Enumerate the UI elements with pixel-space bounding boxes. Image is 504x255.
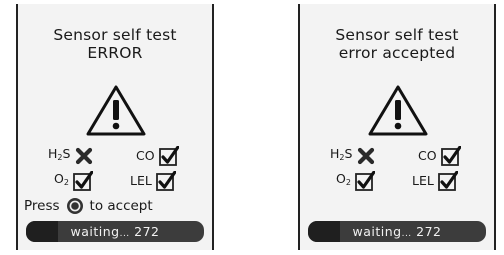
title-line-1: Sensor self test (335, 26, 459, 44)
screen-title: Sensor self test ERROR (18, 26, 212, 62)
sensor-co: CO (418, 146, 461, 166)
title-line-2: ERROR (87, 44, 143, 62)
device-screen-error: Sensor self test ERROR H2S CO O2 LEL Pre… (16, 4, 214, 250)
pass-check-icon (440, 146, 461, 166)
pass-check-icon (437, 171, 458, 191)
sensor-lel: LEL (412, 171, 458, 191)
waiting-text: waiting... 272 (70, 224, 160, 239)
warning-icon (86, 85, 146, 136)
ok-button-icon[interactable] (66, 197, 84, 215)
title-line-1: Sensor self test (53, 26, 177, 44)
pass-check-icon (73, 171, 93, 191)
sensor-co-label: CO (418, 148, 437, 163)
sensor-co: CO (136, 146, 179, 166)
sensor-lel-label: LEL (412, 173, 434, 188)
sensor-h2s-label: H2S (48, 146, 71, 162)
accept-prompt: Press to accept (24, 197, 212, 215)
waiting-progress-bar: waiting... 272 (26, 221, 204, 242)
sensor-co-label: CO (136, 148, 155, 163)
fail-x-icon (76, 147, 93, 165)
sensor-o2-label: O2 (336, 171, 351, 187)
sensor-h2s: H2S (48, 146, 94, 166)
sensor-o2: O2 (336, 171, 375, 191)
pass-check-icon (158, 146, 179, 166)
title-line-2: error accepted (338, 44, 456, 62)
sensor-o2: O2 (54, 171, 93, 191)
sensor-h2s: H2S (330, 146, 376, 166)
fail-x-icon (358, 147, 375, 165)
accept-label: to accept (89, 198, 153, 214)
warning-icon (368, 85, 428, 136)
press-label: Press (24, 198, 60, 214)
screen-title: Sensor self test error accepted (300, 26, 494, 62)
waiting-progress-bar: waiting... 272 (308, 221, 486, 242)
sensor-o2-label: O2 (54, 171, 69, 187)
device-screen-error-accepted: Sensor self test error accepted H2S CO O… (298, 4, 496, 250)
sensor-lel: LEL (130, 171, 176, 191)
waiting-text: waiting... 272 (352, 224, 442, 239)
pass-check-icon (155, 171, 176, 191)
pass-check-icon (355, 171, 375, 191)
sensor-lel-label: LEL (130, 173, 152, 188)
sensor-h2s-label: H2S (330, 146, 353, 162)
